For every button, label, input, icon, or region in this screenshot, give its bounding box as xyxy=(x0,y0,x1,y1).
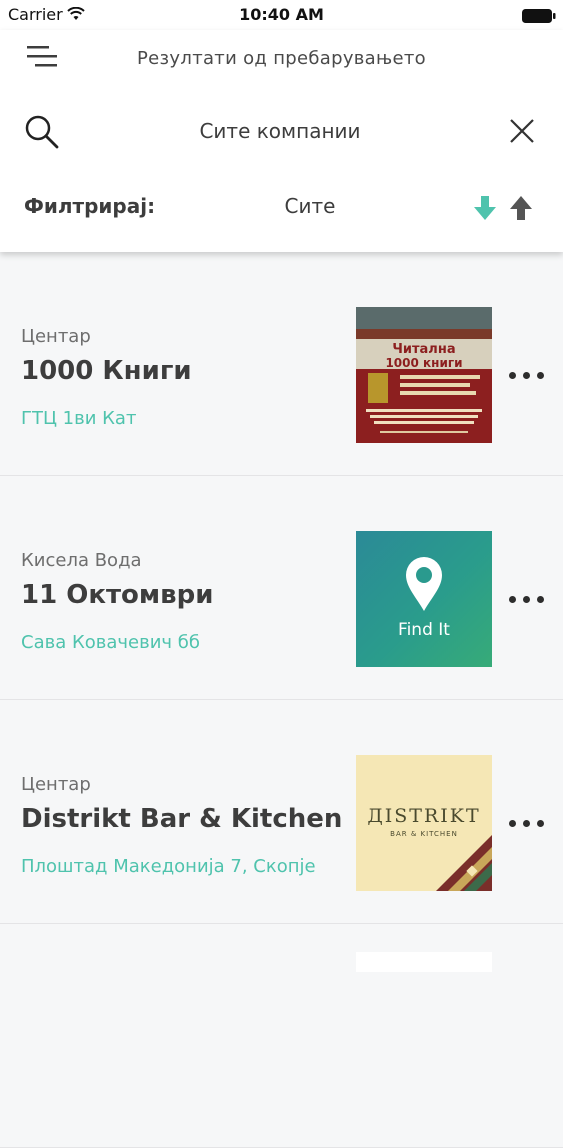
item-area: Центар xyxy=(21,774,91,795)
list-item[interactable]: Центар 1000 Книги ГТЦ 1ви Кат Читална 10… xyxy=(0,252,563,476)
battery-icon xyxy=(522,8,556,27)
sort-ascending-arrow-icon[interactable] xyxy=(509,194,533,222)
filter-label: Филтрирај: xyxy=(24,194,156,218)
item-area: Кисела Вода xyxy=(21,550,142,571)
bookstore-poster-image: Читална 1000 книги xyxy=(356,307,492,443)
results-list: Центар 1000 Книги ГТЦ 1ви Кат Читална 10… xyxy=(0,252,563,1148)
more-options-icon[interactable] xyxy=(505,812,549,836)
item-address: Сава Ковачевич бб xyxy=(21,632,200,653)
item-name: 11 Октомври xyxy=(21,580,214,610)
list-item[interactable] xyxy=(0,924,563,1148)
item-area: Центар xyxy=(21,326,91,347)
search-header: Резултати од пребарувањето Филтрирај: Си… xyxy=(0,30,563,252)
item-name: Distrikt Bar & Kitchen xyxy=(21,804,343,834)
search-icon[interactable] xyxy=(24,114,60,150)
list-item[interactable]: Кисела Вода 11 Октомври Сава Ковачевич б… xyxy=(0,476,563,700)
find-it-logo-text: Find It xyxy=(398,620,450,640)
item-thumbnail xyxy=(356,952,492,972)
list-item[interactable]: Центар Distrikt Bar & Kitchen Плоштад Ма… xyxy=(0,700,563,924)
find-it-logo-image: Find It xyxy=(356,531,492,667)
close-icon[interactable] xyxy=(508,117,536,145)
item-address: Плоштад Македонија 7, Скопје xyxy=(21,856,316,877)
filter-dropdown[interactable]: Сите xyxy=(260,194,360,218)
item-name: 1000 Книги xyxy=(21,356,192,386)
poster-title-line2: 1000 книги xyxy=(385,356,462,370)
item-address: ГТЦ 1ви Кат xyxy=(21,408,137,429)
sort-descending-arrow-icon[interactable] xyxy=(473,194,497,222)
search-input[interactable] xyxy=(90,116,470,146)
distrikt-logo-image: ДISTRIKT BAR & KITCHEN xyxy=(356,755,492,891)
poster-title-line1: Читална xyxy=(392,342,455,357)
status-bar: Carrier 10:40 AM xyxy=(0,0,563,30)
page-title: Резултати од пребарувањето xyxy=(137,48,426,69)
more-options-icon[interactable] xyxy=(505,588,549,612)
more-options-icon[interactable] xyxy=(505,364,549,388)
clock-time: 10:40 AM xyxy=(239,5,324,24)
